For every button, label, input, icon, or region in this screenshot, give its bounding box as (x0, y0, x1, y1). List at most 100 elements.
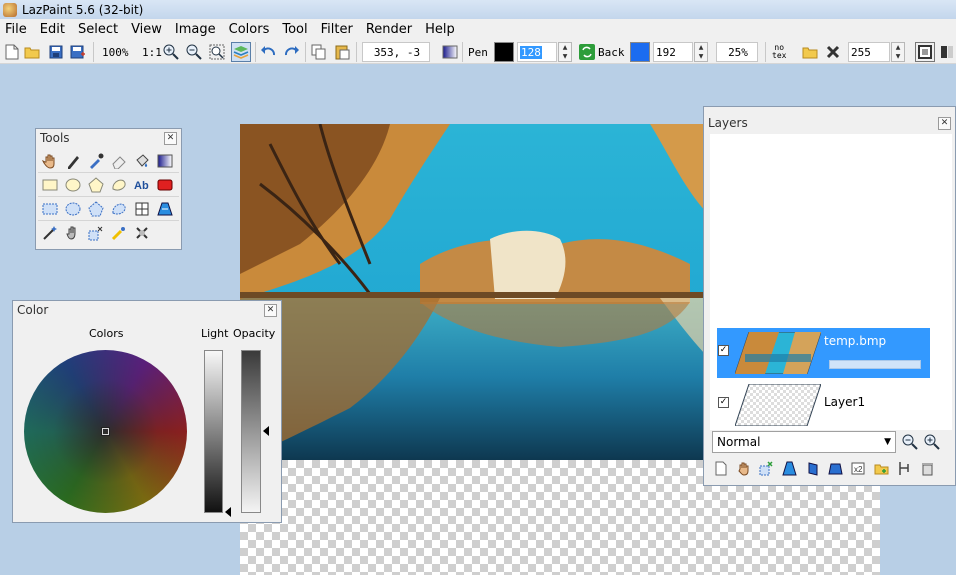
swap-colors-icon[interactable] (577, 42, 597, 62)
hand-icon[interactable] (38, 149, 61, 172)
close-icon[interactable]: ✕ (164, 131, 177, 145)
back-alpha-field[interactable]: 192 (653, 42, 693, 62)
main-toolbar: 100% 1:1 353, -3 Pen 128 ▲ ▼ Back 192 ▲ ▼ … (0, 40, 956, 64)
select-rect-icon[interactable] (38, 197, 61, 220)
texture-alpha-field[interactable]: 255 (848, 42, 890, 62)
polygon-icon[interactable] (84, 173, 107, 196)
zoom-out-icon[interactable] (184, 42, 204, 62)
tolerance-field[interactable]: 25% (716, 42, 758, 62)
zoom-in-layer-icon[interactable] (923, 433, 941, 454)
layer-flatten-icon[interactable] (827, 457, 844, 480)
back-color-swatch[interactable] (630, 42, 650, 62)
magic-wand-icon[interactable] (38, 221, 61, 244)
layer-perspective-icon[interactable] (781, 457, 798, 480)
zoom-out-layer-icon[interactable] (901, 433, 919, 454)
menu-filter[interactable]: Filter (316, 22, 361, 37)
layers-panel: Layers ✕ ✓ temp.bmp ✓ Layer1 Normal ▼ x2 (703, 106, 956, 486)
fill-bucket-icon[interactable] (130, 149, 153, 172)
layer-hand-icon[interactable] (735, 457, 752, 480)
menu-help[interactable]: Help (420, 22, 463, 37)
eraser-icon[interactable] (107, 149, 130, 172)
layer-visibility-checkbox[interactable]: ✓ (718, 345, 729, 356)
color-picker-icon[interactable] (84, 149, 107, 172)
open-folder-icon[interactable] (22, 42, 42, 62)
pen-alpha-field[interactable]: 128 (517, 42, 557, 62)
menu-tool[interactable]: Tool (277, 22, 315, 37)
menu-view[interactable]: View (126, 22, 170, 37)
layer-transform-icon[interactable] (804, 457, 821, 480)
select-ellipse-icon[interactable] (61, 197, 84, 220)
rotate-selection-icon[interactable] (107, 221, 130, 244)
ellipse-icon[interactable] (61, 173, 84, 196)
merge-layer-icon[interactable] (896, 457, 913, 480)
zoom-level[interactable]: 100% (102, 42, 134, 62)
layer-actions-toolbar: x2 (712, 457, 936, 480)
layer-item-temp-bmp[interactable]: ✓ temp.bmp (717, 328, 930, 378)
select-poly-icon[interactable] (84, 197, 107, 220)
menu-select[interactable]: Select (73, 22, 126, 37)
no-texture-button[interactable]: no tex (772, 42, 790, 62)
pen-icon[interactable] (61, 149, 84, 172)
load-texture-icon[interactable] (800, 42, 820, 62)
copy-icon[interactable] (309, 42, 329, 62)
remove-texture-icon[interactable] (823, 42, 843, 62)
layer-select-icon[interactable] (758, 457, 775, 480)
spline-icon[interactable] (107, 173, 130, 196)
undo-icon[interactable] (258, 42, 278, 62)
light-slider-handle[interactable] (225, 507, 231, 517)
select-pen-icon[interactable] (61, 221, 84, 244)
zoom-fit-icon[interactable] (207, 42, 227, 62)
layer-thumbnail-photo (735, 332, 821, 374)
menu-colors[interactable]: Colors (224, 22, 278, 37)
deform-grid-icon[interactable] (130, 197, 153, 220)
save-as-icon[interactable] (68, 42, 88, 62)
menu-image[interactable]: Image (170, 22, 224, 37)
zoom-in-icon[interactable] (161, 42, 181, 62)
frame-style-1-icon[interactable] (915, 42, 935, 62)
paste-icon[interactable] (332, 42, 352, 62)
opacity-label: Opacity (233, 327, 276, 340)
layer-item-layer1[interactable]: ✓ Layer1 (717, 380, 930, 430)
rounded-rect-icon[interactable] (153, 173, 176, 196)
frame-style-2-icon[interactable] (937, 42, 956, 62)
layer-thumbnail-transparent (735, 384, 821, 426)
zoom-1-1-button[interactable]: 1:1 (142, 42, 162, 62)
text-icon[interactable]: Ab (130, 173, 153, 196)
blend-mode-select[interactable]: Normal ▼ (712, 431, 896, 453)
gradient-mode-icon[interactable] (440, 42, 460, 62)
layer-list[interactable]: ✓ temp.bmp ✓ Layer1 (710, 134, 952, 430)
pen-color-swatch[interactable] (494, 42, 514, 62)
gradient-icon[interactable] (153, 149, 176, 172)
delete-layer-icon[interactable] (919, 457, 936, 480)
texture-alpha-stepper[interactable]: ▲ ▼ (891, 42, 905, 62)
opacity-slider-handle[interactable] (263, 426, 269, 436)
opacity-slider[interactable] (241, 350, 261, 513)
new-layer-icon[interactable] (712, 457, 729, 480)
select-spline-icon[interactable] (107, 197, 130, 220)
rectangle-icon[interactable] (38, 173, 61, 196)
close-icon[interactable]: ✕ (938, 116, 951, 130)
window-title: LazPaint 5.6 (32-bit) (22, 2, 144, 17)
light-slider[interactable] (204, 350, 223, 513)
perspective-icon[interactable] (153, 197, 176, 220)
close-icon[interactable]: ✕ (264, 303, 277, 317)
save-icon[interactable] (46, 42, 66, 62)
color-panel-title: Color (17, 303, 49, 317)
new-file-icon[interactable] (2, 42, 22, 62)
layer-visibility-checkbox[interactable]: ✓ (718, 397, 729, 408)
menu-render[interactable]: Render (361, 22, 420, 37)
move-selection-icon[interactable] (84, 221, 107, 244)
back-alpha-stepper[interactable]: ▲ ▼ (694, 42, 708, 62)
layers-toggle-icon[interactable] (231, 42, 251, 62)
menu-edit[interactable]: Edit (35, 22, 73, 37)
redo-icon[interactable] (282, 42, 302, 62)
pen-alpha-stepper[interactable]: ▲ ▼ (558, 42, 572, 62)
duplicate-layer-icon[interactable]: x2 (850, 457, 867, 480)
colors-label: Colors (89, 327, 124, 340)
clone-stamp-icon[interactable] (130, 221, 153, 244)
tools-panel: Tools ✕ Ab (35, 128, 182, 250)
import-layer-icon[interactable] (873, 457, 890, 480)
menu-bar: File Edit Select View Image Colors Tool … (0, 19, 956, 40)
layer-opacity-bar[interactable] (829, 360, 921, 369)
menu-file[interactable]: File (0, 22, 35, 37)
